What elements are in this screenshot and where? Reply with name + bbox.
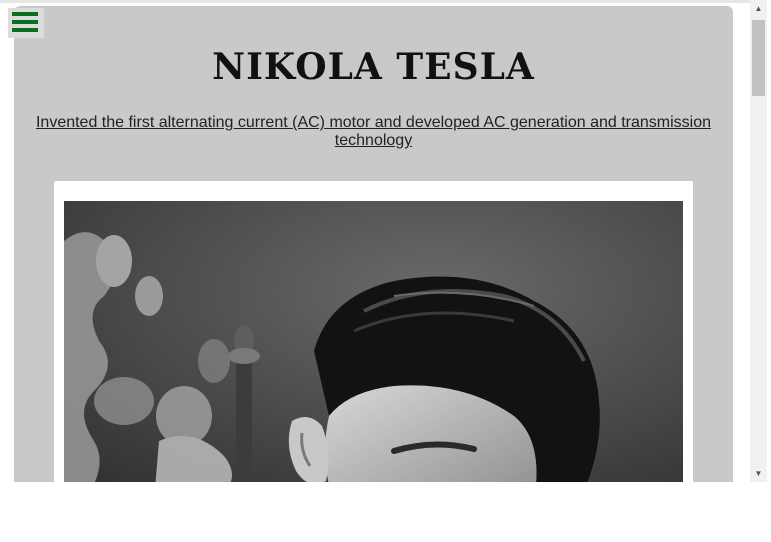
page-viewport: NIKOLA TESLA Invented the first alternat…: [0, 0, 750, 482]
hamburger-menu-button[interactable]: [8, 8, 44, 38]
scroll-down-icon[interactable]: ▼: [750, 465, 767, 482]
scroll-up-icon[interactable]: ▲: [750, 0, 767, 17]
photo-frame: [54, 181, 693, 482]
content-card: NIKOLA TESLA Invented the first alternat…: [14, 6, 733, 482]
scroll-thumb[interactable]: [752, 20, 765, 96]
portrait-photo: [64, 201, 683, 482]
page-title: NIKOLA TESLA: [212, 46, 535, 88]
portrait-image: [64, 201, 683, 482]
hamburger-icon-bar-3: [12, 28, 38, 32]
hamburger-icon-bar-1: [12, 12, 38, 16]
hamburger-icon-bar-2: [12, 20, 38, 24]
subtitle-link[interactable]: Invented the first alternating current (…: [34, 114, 713, 150]
vertical-scrollbar[interactable]: ▲ ▼: [750, 0, 767, 482]
